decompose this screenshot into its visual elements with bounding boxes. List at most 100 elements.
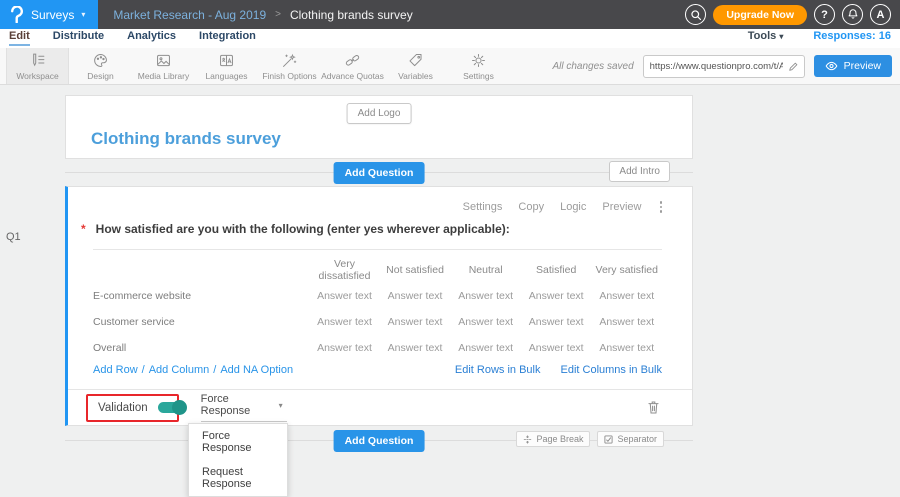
insert-strip-top: Add Question Add Intro [65,159,693,186]
toolbar-item-variables[interactable]: Variables [384,48,447,84]
toolbar-item-settings[interactable]: Settings [447,48,510,84]
column-header[interactable]: Very dissatisfied [309,258,380,282]
nav-tabs: Edit Distribute Analytics Integration [9,30,256,46]
trash-icon [647,400,660,415]
save-status: All changes saved [552,61,633,72]
help-button[interactable]: ? [814,4,835,25]
survey-title[interactable]: Clothing brands survey [91,129,281,149]
magic-wand-icon [281,52,298,69]
upgrade-now-button[interactable]: Upgrade Now [713,5,807,25]
validation-toggle[interactable] [158,402,185,413]
topbar-actions: Upgrade Now ? A [685,4,900,25]
question-logic-link[interactable]: Logic [560,201,586,213]
edit-columns-in-bulk-link[interactable]: Edit Columns in Bulk [561,364,663,376]
survey-url-input[interactable] [650,61,783,72]
workspace-icon [29,52,46,69]
dropdown-option-request-response[interactable]: Request Response [189,460,287,496]
answer-cell[interactable]: Answer text [521,316,592,328]
add-logo-button[interactable]: Add Logo [347,103,412,124]
answer-cell[interactable]: Answer text [309,290,380,302]
add-na-option-link[interactable]: Add NA Option [220,364,293,376]
add-question-button-top[interactable]: Add Question [334,162,425,184]
answer-cell[interactable]: Answer text [380,342,451,354]
gear-icon [470,52,487,69]
question-copy-link[interactable]: Copy [518,201,544,213]
add-column-link[interactable]: Add Column [149,364,210,376]
answer-cell[interactable]: Answer text [521,342,592,354]
question-preview-link[interactable]: Preview [602,201,641,213]
column-header[interactable]: Neutral [450,264,521,276]
answer-cell[interactable]: Answer text [521,290,592,302]
delete-question-button[interactable] [647,400,660,415]
validation-type-dropdown[interactable]: Force Response ▾ [201,393,287,422]
row-label[interactable]: Overall [93,342,309,354]
answer-cell[interactable]: Answer text [450,290,521,302]
toolbar-item-media-library[interactable]: Media Library [132,48,195,84]
answer-cell[interactable]: Answer text [591,316,662,328]
toolbar-item-finish-options[interactable]: Finish Options [258,48,321,84]
kebab-menu-icon[interactable] [658,201,665,213]
row-label[interactable]: Customer service [93,316,309,328]
editor-toolbar: Workspace Design Media Library Languages… [0,48,900,85]
column-header[interactable]: Not satisfied [380,264,451,276]
add-intro-button[interactable]: Add Intro [609,161,670,182]
breadcrumb-folder[interactable]: Market Research - Aug 2019 [113,8,266,22]
answer-cell[interactable]: Answer text [591,342,662,354]
edit-rows-in-bulk-link[interactable]: Edit Rows in Bulk [455,364,541,376]
page-controls: Page Break Separator [516,431,664,447]
answer-cell[interactable]: Answer text [380,316,451,328]
preview-button[interactable]: Preview [814,55,892,77]
row-label[interactable]: E-commerce website [93,290,309,302]
toolbar-item-advance-quotas[interactable]: Advance Quotas [321,48,384,84]
bell-icon [847,8,859,21]
notifications-button[interactable] [842,4,863,25]
required-asterisk: * [81,222,86,236]
survey-canvas: Q1 Add Logo Clothing brands survey Add Q… [0,95,900,466]
survey-url-field[interactable] [643,55,805,78]
toolbar-item-languages[interactable]: Languages [195,48,258,84]
separator-checkbox-icon [604,435,613,444]
breadcrumb: Market Research - Aug 2019 > Clothing br… [113,8,412,22]
tab-distribute[interactable]: Distribute [53,30,104,46]
search-icon [690,9,702,21]
surveys-app-menu[interactable]: Surveys ▾ [0,0,98,29]
app-menu-label: Surveys [31,8,74,22]
chevron-down-icon: ▾ [279,401,283,410]
question-actions: Settings Copy Logic Preview [463,201,664,213]
responses-link[interactable]: Responses: 16 [813,30,891,42]
survey-nav: Edit Distribute Analytics Integration To… [0,29,900,48]
column-header[interactable]: Very satisfied [591,264,662,276]
page-break-button[interactable]: Page Break [516,431,590,447]
chevron-down-icon: ▾ [81,10,85,19]
separator-button[interactable]: Separator [597,431,664,447]
question-settings-link[interactable]: Settings [463,201,503,213]
avatar[interactable]: A [870,4,891,25]
tab-analytics[interactable]: Analytics [127,30,176,46]
tab-edit[interactable]: Edit [9,30,30,46]
answer-cell[interactable]: Answer text [591,290,662,302]
answer-cell[interactable]: Answer text [380,290,451,302]
toolbar-item-design[interactable]: Design [69,48,132,84]
divider [93,249,662,250]
answer-cell[interactable]: Answer text [309,342,380,354]
nav-right: Tools ▾ Responses: 16 [748,30,891,42]
tab-integration[interactable]: Integration [199,30,256,46]
edit-url-pencil-icon[interactable] [788,61,799,72]
toolbar-item-workspace[interactable]: Workspace [6,48,69,84]
tools-menu[interactable]: Tools ▾ [748,30,784,42]
question-text[interactable]: How satisfied are you with the following… [96,222,510,236]
matrix-header-row: Very dissatisfied Not satisfied Neutral … [93,257,662,283]
answer-cell[interactable]: Answer text [450,316,521,328]
search-button[interactable] [685,4,706,25]
page-break-icon [523,435,532,444]
top-bar: Surveys ▾ Market Research - Aug 2019 > C… [0,0,900,29]
add-row-link[interactable]: Add Row [93,364,138,376]
quota-links-icon [344,52,361,69]
dropdown-option-force-response[interactable]: Force Response [189,424,287,460]
add-question-button-bottom[interactable]: Add Question [334,430,425,452]
toolbar-right: All changes saved Preview [552,48,900,84]
column-header[interactable]: Satisfied [521,264,592,276]
answer-cell[interactable]: Answer text [450,342,521,354]
answer-cell[interactable]: Answer text [309,316,380,328]
survey-title-card: Add Logo Clothing brands survey [65,95,693,159]
